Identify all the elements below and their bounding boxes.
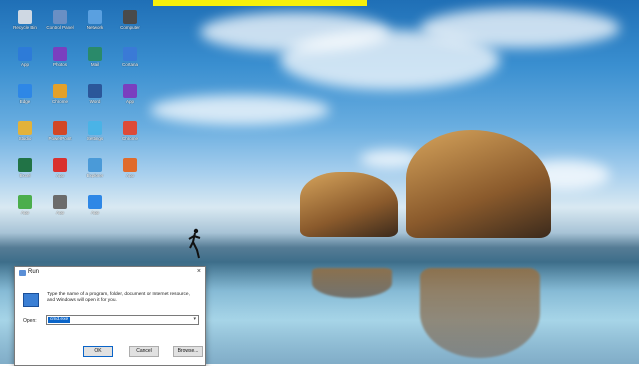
desktop-icon-label: App [125, 99, 134, 104]
cloud [420, 8, 620, 48]
open-label: Open: [23, 318, 37, 324]
app-icon [88, 158, 102, 172]
desktop-icon[interactable]: App [113, 84, 147, 124]
app-icon [18, 10, 32, 24]
app-icon [123, 84, 137, 98]
desktop-icon[interactable]: Cortana [113, 47, 147, 87]
desktop-icon-label: PowerPoint [48, 136, 72, 141]
desktop-icon-label: Chrome [51, 99, 68, 104]
desktop-icon[interactable]: App [8, 195, 42, 235]
desktop-icon-label: Mail [90, 62, 100, 67]
desktop-icon-label: Explorer [86, 173, 104, 178]
chevron-down-icon[interactable]: ▾ [193, 316, 196, 322]
desktop-icon[interactable]: Chrome [43, 84, 77, 124]
desktop-icon[interactable]: Word [78, 84, 112, 124]
open-input-value[interactable]: cmd.exe [48, 317, 71, 323]
app-icon [53, 84, 67, 98]
desktop-icon-label: App [55, 173, 64, 178]
desktop-icon[interactable]: Studio [8, 121, 42, 161]
desktop-icon-label: Recycle Bin [13, 25, 37, 30]
browse-button[interactable]: Browse... [173, 346, 203, 357]
desktop-icon-label: Photos [52, 62, 67, 67]
app-icon [53, 195, 67, 209]
desktop-icon[interactable]: Network [78, 10, 112, 50]
desktop-icon-label: Chrome [121, 136, 138, 141]
app-icon [88, 84, 102, 98]
run-program-icon [23, 293, 39, 307]
desktop-icon[interactable]: Settings [78, 121, 112, 161]
desktop-icon[interactable]: Mail [78, 47, 112, 87]
desktop-icon-label: Control Panel [46, 25, 74, 30]
desktop-icon-label: Edge [19, 99, 31, 104]
run-dialog: Run × Type the name of a program, folder… [14, 266, 206, 366]
app-icon [53, 47, 67, 61]
rock-left [300, 172, 398, 237]
app-icon [88, 47, 102, 61]
desktop-icon-label: App [20, 210, 29, 215]
desktop-icon[interactable]: Explorer [78, 158, 112, 198]
desktop-icon[interactable]: Recycle Bin [8, 10, 42, 50]
app-icon [88, 121, 102, 135]
desktop-icon[interactable]: PowerPoint [43, 121, 77, 161]
desktop-icon[interactable]: Edge [8, 84, 42, 124]
desktop-icon-label: Settings [86, 136, 104, 141]
open-input[interactable]: cmd.exe ▾ [46, 315, 199, 325]
highlight-bar [153, 0, 367, 6]
app-icon [18, 158, 32, 172]
cloud [150, 95, 330, 125]
close-icon[interactable]: × [197, 268, 201, 275]
app-icon [123, 158, 137, 172]
app-icon [18, 195, 32, 209]
run-description: Type the name of a program, folder, docu… [47, 292, 190, 303]
desktop-icon-label: App [20, 62, 29, 67]
app-icon [53, 121, 67, 135]
desktop-icon[interactable]: Chrome [113, 121, 147, 161]
app-icon [18, 84, 32, 98]
app-icon [53, 10, 67, 24]
desktop-icon-label: Computer [120, 25, 140, 30]
app-icon [123, 47, 137, 61]
desktop-icon-label: App [90, 210, 99, 215]
desktop-icon[interactable]: Computer [113, 10, 147, 50]
run-icon [19, 270, 26, 276]
run-titlebar[interactable]: Run × [15, 267, 205, 279]
desktop-icon-label: App [125, 173, 134, 178]
desktop-icon-label: Word [89, 99, 101, 104]
desktop-icon-label: App [55, 210, 64, 215]
runner-silhouette [188, 228, 201, 259]
rock-right [406, 130, 551, 238]
desktop-icon[interactable]: App [78, 195, 112, 235]
desktop-icon[interactable]: App [43, 158, 77, 198]
desktop-icon[interactable]: Control Panel [43, 10, 77, 50]
desktop-icon-label: Network [86, 25, 104, 30]
desktop-icon[interactable]: App [113, 158, 147, 198]
app-icon [18, 121, 32, 135]
desktop-icon-label: Cortana [121, 62, 138, 67]
app-icon [88, 195, 102, 209]
desktop-icon[interactable]: App [43, 195, 77, 235]
desktop-icon-label: Studio [18, 136, 32, 141]
desktop-icon[interactable]: App [8, 47, 42, 87]
app-icon [123, 121, 137, 135]
desktop-icon[interactable]: Photos [43, 47, 77, 87]
cancel-button[interactable]: Cancel [129, 346, 159, 357]
app-icon [53, 158, 67, 172]
app-icon [18, 47, 32, 61]
run-title: Run [28, 269, 40, 275]
app-icon [88, 10, 102, 24]
desktop-icon-label: Excel [19, 173, 31, 178]
ok-button[interactable]: OK [83, 346, 113, 357]
app-icon [123, 10, 137, 24]
desktop-icon[interactable]: Excel [8, 158, 42, 198]
